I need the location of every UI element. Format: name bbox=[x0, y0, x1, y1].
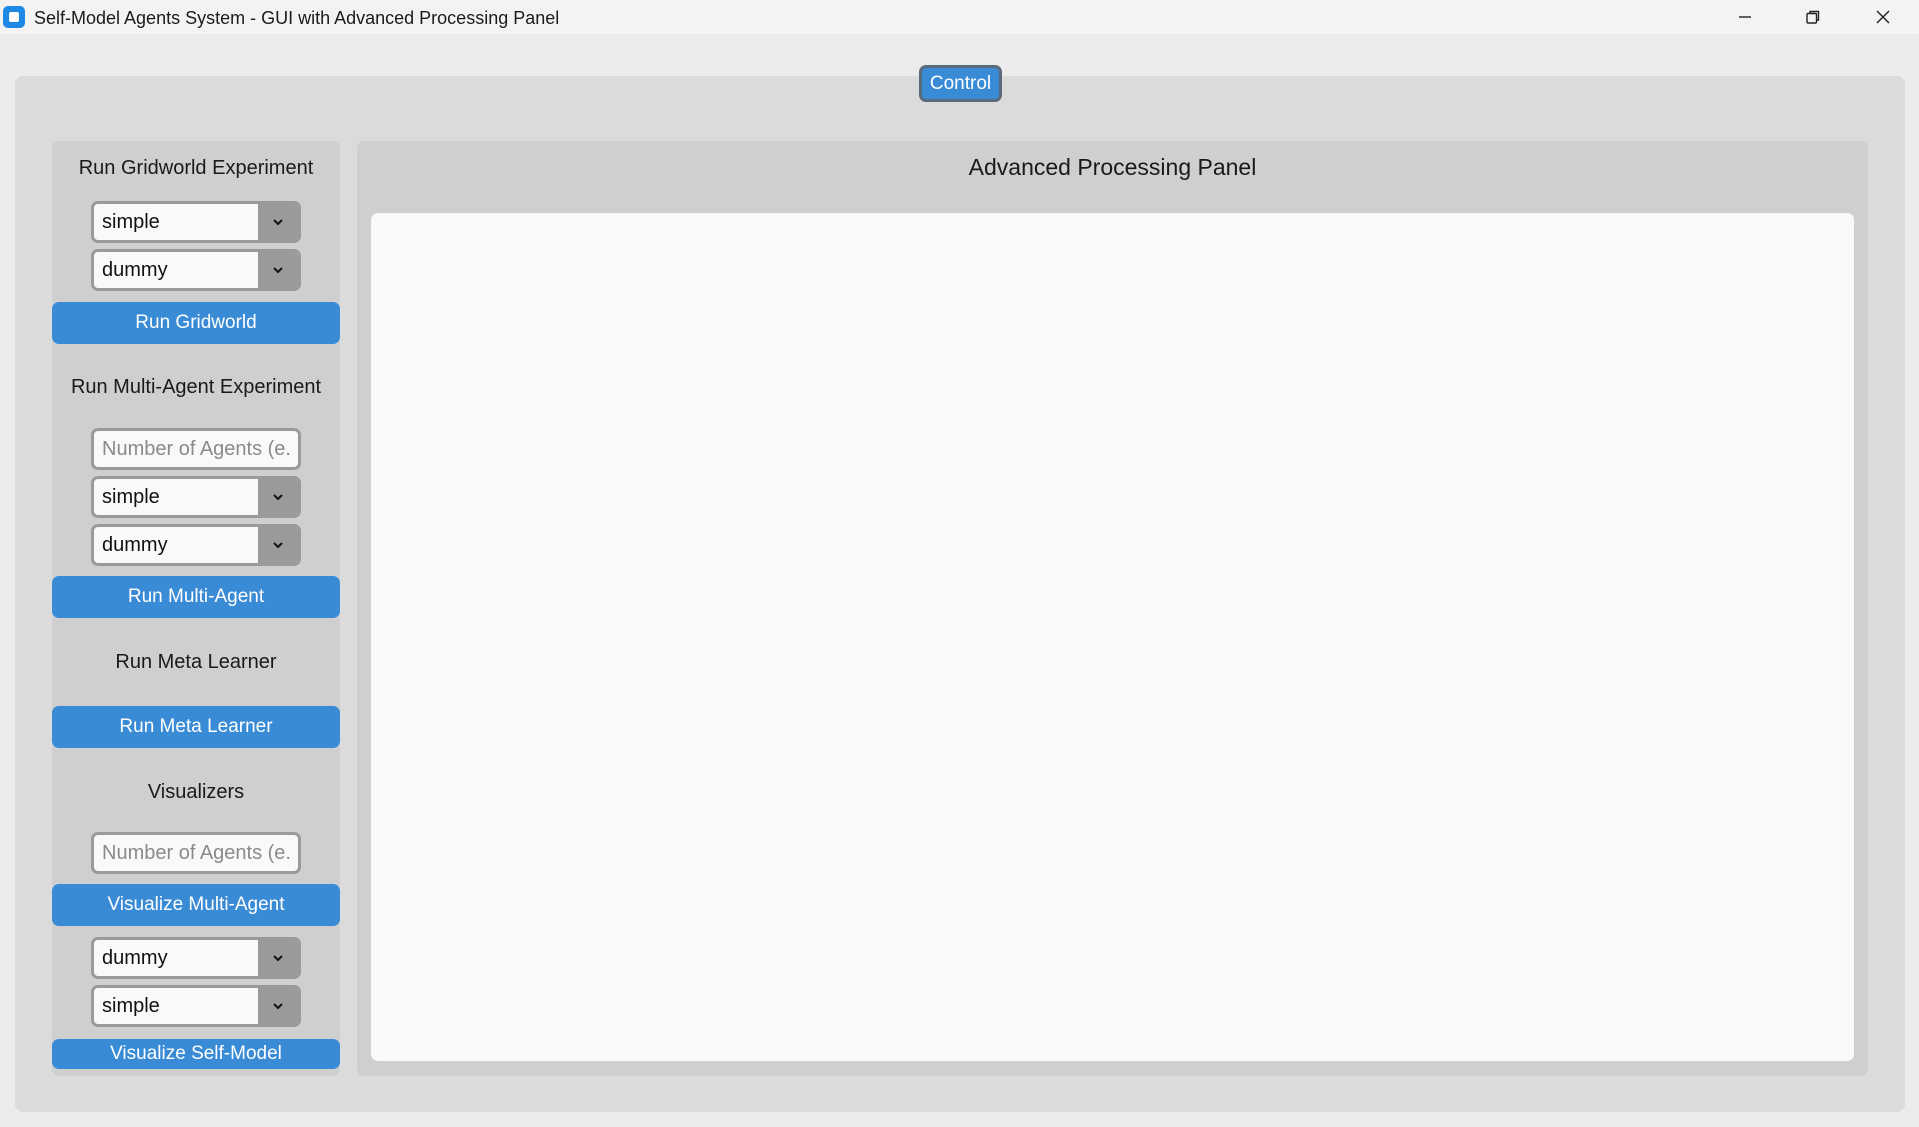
app-icon bbox=[3, 6, 25, 28]
chevron-down-icon[interactable] bbox=[258, 204, 298, 240]
processing-panel-title: Advanced Processing Panel bbox=[968, 154, 1257, 180]
window-title: Self-Model Agents System - GUI with Adva… bbox=[34, 8, 560, 28]
title-bar: Self-Model Agents System - GUI with Adva… bbox=[0, 0, 1919, 34]
chevron-down-icon[interactable] bbox=[258, 252, 298, 288]
visualizer-agent-dropdown[interactable]: dummy bbox=[91, 937, 301, 979]
dropdown-value: dummy bbox=[102, 946, 168, 969]
visualizers-heading: Visualizers bbox=[147, 781, 245, 803]
dropdown-value: dummy bbox=[102, 533, 168, 556]
visualize-self-model-button[interactable]: Visualize Self-Model bbox=[52, 1039, 340, 1069]
run-meta-learner-button[interactable]: Run Meta Learner bbox=[52, 706, 340, 748]
chevron-down-icon[interactable] bbox=[258, 527, 298, 563]
run-multi-agent-button[interactable]: Run Multi-Agent bbox=[52, 576, 340, 618]
restore-icon bbox=[1806, 10, 1820, 24]
dropdown-value: simple bbox=[102, 994, 160, 1017]
close-icon bbox=[1876, 10, 1890, 24]
dropdown-value: simple bbox=[102, 210, 160, 233]
run-gridworld-button[interactable]: Run Gridworld bbox=[52, 302, 340, 344]
chevron-down-icon[interactable] bbox=[258, 940, 298, 976]
multi-agent-env-dropdown[interactable]: simple bbox=[91, 476, 301, 518]
tab-control[interactable]: Control bbox=[919, 65, 1002, 102]
multi-agent-heading: Run Multi-Agent Experiment bbox=[70, 376, 322, 398]
multi-agent-agent-dropdown[interactable]: dummy bbox=[91, 524, 301, 566]
multi-agent-count-input[interactable] bbox=[91, 428, 301, 470]
dropdown-value: simple bbox=[102, 485, 160, 508]
visualizer-env-dropdown[interactable]: simple bbox=[91, 985, 301, 1027]
gridworld-agent-dropdown[interactable]: dummy bbox=[91, 249, 301, 291]
meta-learner-heading: Run Meta Learner bbox=[115, 651, 277, 673]
chevron-down-icon[interactable] bbox=[258, 479, 298, 515]
visualize-multi-agent-button[interactable]: Visualize Multi-Agent bbox=[52, 884, 340, 926]
gridworld-env-dropdown[interactable]: simple bbox=[91, 201, 301, 243]
visualizer-count-input[interactable] bbox=[91, 832, 301, 874]
minimize-button[interactable] bbox=[1710, 0, 1780, 34]
maximize-button[interactable] bbox=[1778, 0, 1848, 34]
close-button[interactable] bbox=[1848, 0, 1918, 34]
minimize-icon bbox=[1739, 16, 1751, 18]
chevron-down-icon[interactable] bbox=[258, 988, 298, 1024]
processing-output-area[interactable] bbox=[371, 213, 1854, 1061]
gridworld-heading: Run Gridworld Experiment bbox=[78, 157, 314, 179]
dropdown-value: dummy bbox=[102, 258, 168, 281]
